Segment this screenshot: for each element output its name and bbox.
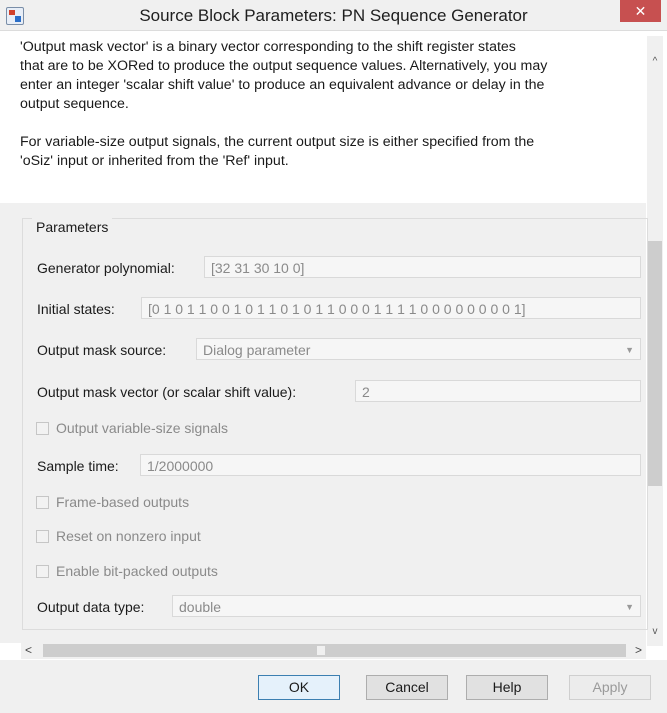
output-mask-source-value: Dialog parameter xyxy=(203,342,311,358)
sample-time-field[interactable]: 1/2000000 xyxy=(140,454,641,476)
initial-states-row: Initial states: xyxy=(37,297,115,321)
close-button[interactable]: ✕ xyxy=(620,0,661,22)
title-bar: Source Block Parameters: PN Sequence Gen… xyxy=(0,0,667,31)
generator-polynomial-row: Generator polynomial: xyxy=(37,256,175,280)
apply-button[interactable]: Apply xyxy=(569,675,651,700)
help-button[interactable]: Help xyxy=(466,675,548,700)
output-mask-vector-label: Output mask vector (or scalar shift valu… xyxy=(37,384,297,400)
frame-based-label: Frame-based outputs xyxy=(56,494,190,510)
bit-packed-option[interactable]: Enable bit-packed outputs xyxy=(36,561,218,581)
scroll-grip-icon xyxy=(317,646,325,655)
scroll-right-arrow-icon[interactable]: > xyxy=(635,642,642,659)
output-variable-size-checkbox[interactable] xyxy=(36,421,49,435)
horizontal-scrollbar[interactable]: < > xyxy=(21,642,646,659)
horizontal-scroll-thumb[interactable] xyxy=(43,644,626,657)
output-variable-size-label: Output variable-size signals xyxy=(56,420,228,436)
scroll-up-arrow-icon[interactable]: ^ xyxy=(647,56,663,67)
output-mask-source-row: Output mask source: xyxy=(37,338,166,362)
output-mask-vector-field[interactable]: 2 xyxy=(355,380,641,402)
vertical-scroll-thumb[interactable] xyxy=(648,241,662,486)
block-description: 'Output mask vector' is a binary vector … xyxy=(20,38,640,171)
output-mask-vector-row: Output mask vector (or scalar shift valu… xyxy=(37,380,296,404)
description-line: that are to be XORed to produce the outp… xyxy=(20,58,548,74)
output-mask-source-select[interactable]: Dialog parameter ▼ xyxy=(196,338,641,360)
description-paragraph-1: 'Output mask vector' is a binary vector … xyxy=(20,38,640,114)
output-data-type-select[interactable]: double ▼ xyxy=(172,595,641,617)
description-line: 'oSiz' input or inherited from the 'Ref'… xyxy=(20,153,289,169)
parameters-group-label: Parameters xyxy=(32,217,113,237)
description-line: 'Output mask vector' is a binary vector … xyxy=(20,39,516,55)
output-variable-size-option[interactable]: Output variable-size signals xyxy=(36,418,228,438)
cancel-button[interactable]: Cancel xyxy=(366,675,448,700)
description-line: enter an integer 'scalar shift value' to… xyxy=(20,77,545,93)
chevron-down-icon: ▼ xyxy=(625,345,634,355)
vertical-scrollbar[interactable]: ^ v xyxy=(647,36,663,646)
generator-polynomial-field[interactable]: [32 31 30 10 0] xyxy=(204,256,641,278)
bit-packed-label: Enable bit-packed outputs xyxy=(56,563,218,579)
reset-nonzero-label: Reset on nonzero input xyxy=(56,528,201,544)
initial-states-field[interactable]: [0 1 0 1 1 0 0 1 0 1 1 0 1 0 1 1 0 0 0 1… xyxy=(141,297,641,319)
generator-polynomial-label: Generator polynomial: xyxy=(37,260,175,276)
output-data-type-row: Output data type: xyxy=(37,595,144,619)
frame-based-option[interactable]: Frame-based outputs xyxy=(36,492,189,512)
reset-nonzero-checkbox[interactable] xyxy=(36,529,49,543)
output-mask-source-label: Output mask source: xyxy=(37,342,167,358)
initial-states-label: Initial states: xyxy=(37,301,115,317)
output-data-type-label: Output data type: xyxy=(37,599,145,615)
scroll-left-arrow-icon[interactable]: < xyxy=(25,642,32,659)
scroll-down-arrow-icon[interactable]: v xyxy=(647,626,663,637)
ok-button[interactable]: OK xyxy=(258,675,340,700)
chevron-down-icon: ▼ xyxy=(625,602,634,612)
description-line: For variable-size output signals, the cu… xyxy=(20,134,535,150)
sample-time-row: Sample time: xyxy=(37,454,119,478)
description-paragraph-2: For variable-size output signals, the cu… xyxy=(20,133,640,171)
frame-based-checkbox[interactable] xyxy=(36,495,49,509)
description-line: output sequence. xyxy=(20,96,129,112)
window-title: Source Block Parameters: PN Sequence Gen… xyxy=(139,6,528,25)
sample-time-label: Sample time: xyxy=(37,458,119,474)
output-data-type-value: double xyxy=(179,599,222,615)
bit-packed-checkbox[interactable] xyxy=(36,564,49,578)
reset-nonzero-option[interactable]: Reset on nonzero input xyxy=(36,526,201,546)
